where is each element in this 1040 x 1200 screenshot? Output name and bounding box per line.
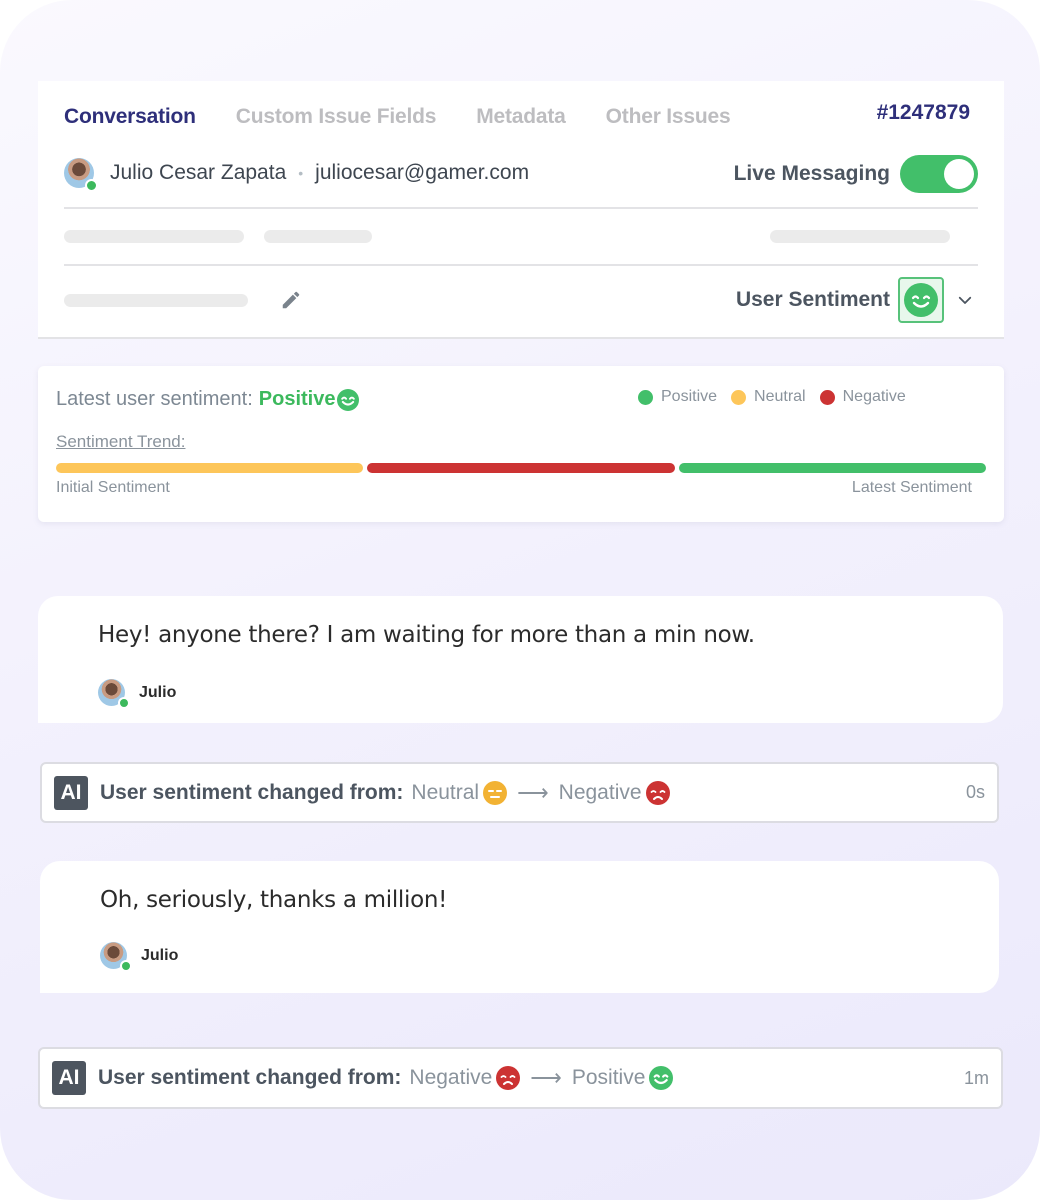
legend-label: Negative <box>842 388 906 405</box>
trend-segment-negative <box>367 463 675 473</box>
sentiment-from: Negative <box>409 1066 493 1089</box>
sentiment-trend-bar <box>56 463 986 473</box>
tab-conversation[interactable]: Conversation <box>64 105 196 129</box>
legend-label: Neutral <box>754 388 806 405</box>
sad-face-icon <box>496 1066 521 1090</box>
placeholder-bar <box>64 230 244 243</box>
live-messaging: Live Messaging <box>734 155 978 193</box>
legend-item-negative: Negative <box>819 388 906 406</box>
conversation-header: Conversation Custom Issue Fields Metadat… <box>38 81 1004 339</box>
neutral-face-icon <box>483 780 508 805</box>
divider <box>64 264 978 266</box>
user-info: Julio Cesar Zapata • juliocesar@gamer.co… <box>64 158 530 192</box>
ai-event-label: User sentiment changed from: <box>100 780 404 804</box>
legend-item-positive: Positive <box>638 388 717 406</box>
message-author: Julio <box>100 942 179 972</box>
latest-sentiment: Latest user sentiment: Positive <box>56 388 360 411</box>
event-time: 0s <box>965 782 985 802</box>
smile-icon <box>649 1066 674 1090</box>
author-name: Julio <box>141 946 179 964</box>
chat-message: Oh, seriously, thanks a million! Julio <box>40 861 999 993</box>
placeholder-bar <box>770 230 950 243</box>
separator-dot: • <box>298 165 304 181</box>
legend-dot-negative <box>819 389 835 405</box>
message-author: Julio <box>98 679 177 709</box>
smile-icon <box>904 283 938 317</box>
ai-event-label: User sentiment changed from: <box>98 1066 402 1089</box>
author-name: Julio <box>139 683 177 701</box>
arrow-right-icon: ⟶ <box>530 1065 562 1090</box>
legend-item-neutral: Neutral <box>731 388 806 406</box>
trend-segment-positive <box>678 463 986 473</box>
sentiment-to: Negative <box>558 780 642 804</box>
latest-sentiment-label: Latest user sentiment: <box>56 388 253 410</box>
sentiment-legend: Positive Neutral Negative <box>638 388 920 406</box>
live-messaging-toggle[interactable] <box>900 155 978 193</box>
latest-sentiment-label: Latest Sentiment <box>851 479 972 496</box>
pencil-icon[interactable] <box>280 289 302 311</box>
sentiment-trend-title: Sentiment Trend: <box>56 432 186 451</box>
avatar <box>100 942 132 972</box>
trend-segment-neutral <box>56 463 364 473</box>
sentiment-summary-card: Latest user sentiment: Positive Positive… <box>38 366 1004 522</box>
chat-message: Hey! anyone there? I am waiting for more… <box>38 596 1003 723</box>
tab-custom-issue-fields[interactable]: Custom Issue Fields <box>236 105 437 129</box>
online-status-dot <box>120 960 132 972</box>
online-status-dot <box>85 179 98 192</box>
online-status-dot <box>118 697 130 709</box>
message-text: Oh, seriously, thanks a million! <box>100 887 448 913</box>
tab-metadata[interactable]: Metadata <box>476 105 566 129</box>
avatar <box>64 158 98 192</box>
smile-icon <box>337 388 360 411</box>
placeholder-bar <box>264 230 372 243</box>
message-text: Hey! anyone there? I am waiting for more… <box>98 622 755 648</box>
user-email: juliocesar@gamer.com <box>315 161 530 184</box>
issue-id: #1247879 <box>876 101 970 124</box>
ai-badge-icon: AI <box>52 1061 86 1095</box>
user-sentiment-selector: User Sentiment <box>736 277 974 323</box>
sentiment-to: Positive <box>571 1066 646 1089</box>
arrow-right-icon: ⟶ <box>517 779 549 805</box>
live-messaging-label: Live Messaging <box>733 162 890 185</box>
sad-face-icon <box>645 780 670 805</box>
event-time: 1m <box>963 1067 989 1088</box>
latest-sentiment-value: Positive <box>258 388 336 410</box>
sentiment-value-button[interactable] <box>898 277 944 323</box>
placeholder-bar <box>64 294 248 307</box>
ai-sentiment-event: AI User sentiment changed from: Neutral … <box>40 762 999 823</box>
user-sentiment-label: User Sentiment <box>735 288 890 311</box>
legend-dot-positive <box>638 389 653 405</box>
sentiment-from: Neutral <box>411 780 480 804</box>
divider <box>64 207 978 209</box>
tab-bar: Conversation Custom Issue Fields Metadat… <box>64 105 731 129</box>
legend-label: Positive <box>661 388 718 405</box>
initial-sentiment-label: Initial Sentiment <box>56 479 170 496</box>
chevron-down-icon[interactable] <box>956 291 974 309</box>
toggle-knob <box>944 159 974 189</box>
legend-dot-neutral <box>731 389 747 405</box>
user-name: Julio Cesar Zapata <box>110 161 287 184</box>
ai-badge-icon: AI <box>54 775 88 810</box>
avatar <box>98 679 130 709</box>
tab-other-issues[interactable]: Other Issues <box>606 105 731 129</box>
ai-sentiment-event: AI User sentiment changed from: Negative… <box>38 1047 1003 1109</box>
